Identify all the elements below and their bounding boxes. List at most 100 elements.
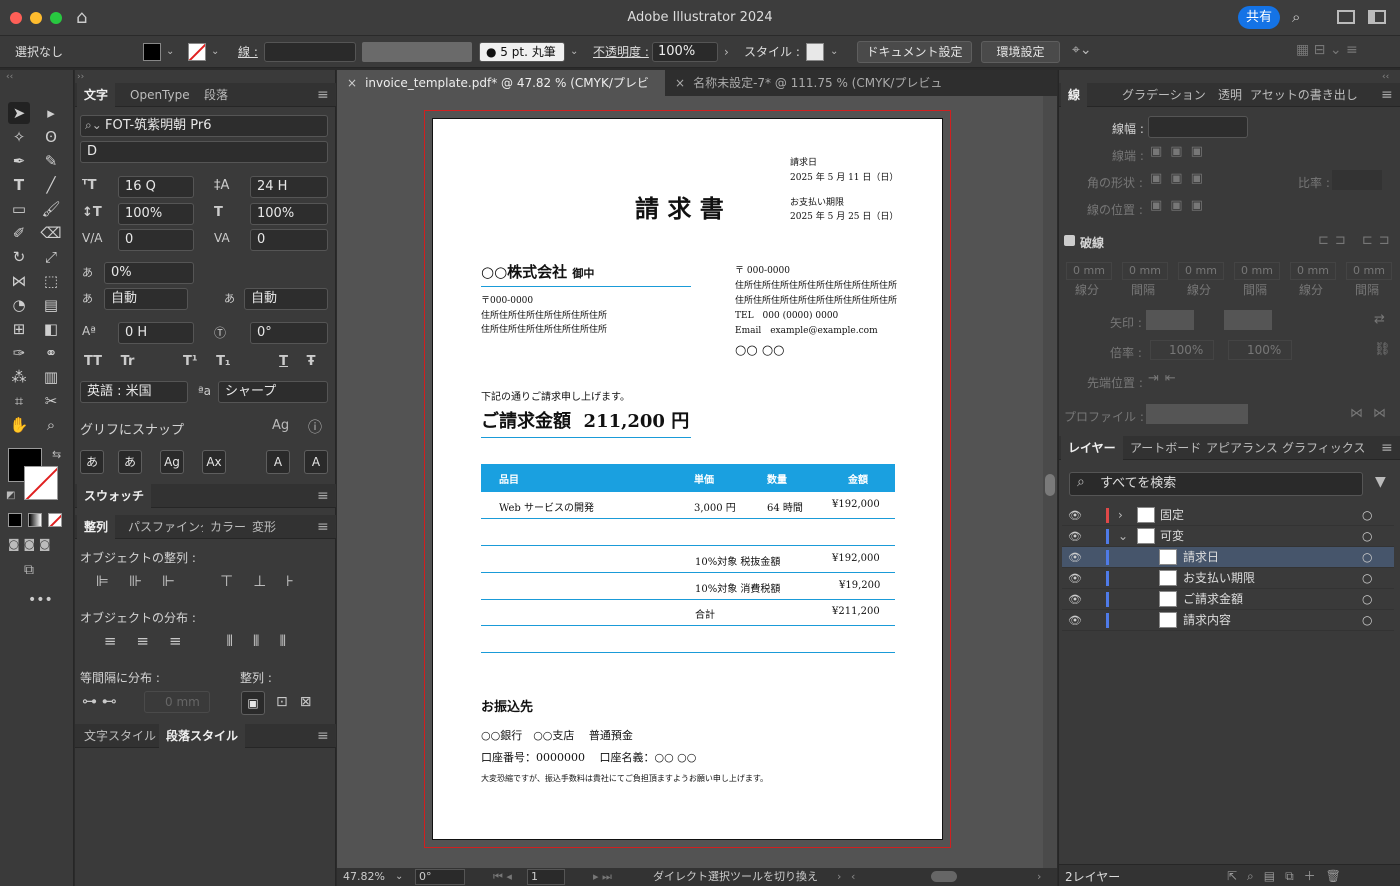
document-setup-button[interactable]: ドキュメント設定	[857, 41, 972, 63]
zoom-tool-icon[interactable]: ⌕	[40, 414, 62, 436]
chevron-down-icon[interactable]: ⌄	[830, 46, 838, 57]
close-icon[interactable]: ×	[675, 76, 685, 90]
character-rotation-field[interactable]: 0°	[250, 322, 328, 344]
snap-proximity-icon[interactable]: Ax	[202, 450, 226, 474]
gradient-mode-icon[interactable]	[28, 513, 42, 527]
tab-transform[interactable]: 変形	[245, 515, 283, 539]
stroke-width-field[interactable]	[1148, 116, 1248, 138]
gap-field[interactable]: 0 mm	[1346, 262, 1392, 280]
snap-baseline-icon[interactable]: あ	[80, 450, 104, 474]
fill-swatch[interactable]	[143, 43, 161, 61]
glyph-icon[interactable]: Ag	[272, 418, 289, 433]
align-objects-icons[interactable]: ⊫⊪⊩ ⊤⊥⊦	[80, 572, 330, 590]
direct-selection-tool-icon[interactable]: ▸	[40, 102, 62, 124]
symbol-sprayer-icon[interactable]: ⁂	[8, 366, 30, 388]
slice-tool-icon[interactable]: ✂	[40, 390, 62, 412]
panel-menu-icon[interactable]: ≡	[317, 488, 329, 504]
rotate-tool-icon[interactable]: ↻	[8, 246, 30, 268]
align-stroke-icons[interactable]: ▣▣▣	[1150, 198, 1211, 213]
page-field[interactable]: 1	[527, 869, 565, 885]
end-scale-field[interactable]: 100%	[1228, 340, 1292, 360]
none-mode-icon[interactable]	[48, 513, 62, 527]
visibility-eye-icon[interactable]: 👁	[1068, 589, 1082, 610]
selection-tool-icon[interactable]: ➤	[8, 102, 30, 124]
rotation-field[interactable]: 0°	[415, 869, 465, 885]
perspective-grid-icon[interactable]: ▤	[40, 294, 62, 316]
align-to-options-icons[interactable]: ⊡⊠	[276, 694, 323, 710]
tab-graphics[interactable]: グラフィックス	[1275, 436, 1372, 460]
visibility-eye-icon[interactable]: 👁	[1068, 610, 1082, 631]
artboard[interactable]: 請求日 2025 年 5 月 11 日（日） お支払い期限 2025 年 5 月…	[432, 118, 943, 840]
variable-width-profile[interactable]	[362, 42, 472, 62]
flip-profile-icons[interactable]: ⋈⋈	[1350, 406, 1396, 421]
layer-row[interactable]: 👁 お支払い期限 ○	[1062, 568, 1394, 589]
layer-name[interactable]: お支払い期限	[1183, 568, 1255, 589]
vertical-scale-field[interactable]: 100%	[118, 203, 194, 225]
share-button[interactable]: 共有	[1238, 6, 1280, 29]
chevron-down-icon[interactable]: ⌄	[166, 46, 174, 57]
puppet-warp-icon[interactable]: ⌖⌄	[1072, 42, 1092, 58]
kerning-field[interactable]: 0	[118, 229, 194, 251]
tab-asset-export[interactable]: アセットの書き出し	[1243, 83, 1365, 107]
chevron-down-icon[interactable]: ⌄	[211, 46, 219, 57]
target-icon[interactable]: ○	[1362, 505, 1372, 526]
collapse-icon[interactable]: ››	[77, 72, 84, 82]
tab-paragraph[interactable]: 段落	[197, 83, 235, 107]
tab-gradient[interactable]: グラデーション	[1115, 83, 1213, 107]
panel-menu-icon[interactable]: ≡	[1381, 87, 1393, 103]
panel-menu-icon[interactable]: ≡	[317, 519, 329, 535]
snap-anchor-icon[interactable]: A	[304, 450, 328, 474]
dash-field[interactable]: 0 mm	[1178, 262, 1224, 280]
first-page-icon[interactable]: ⏮ ◂	[493, 868, 512, 886]
swap-colors-icon[interactable]: ⇆	[52, 448, 61, 461]
leading-field[interactable]: 24 H	[250, 176, 328, 198]
tab-character-styles[interactable]: 文字スタイル	[77, 724, 163, 748]
layer-name[interactable]: 固定	[1160, 505, 1184, 526]
tab-layers[interactable]: レイヤー	[1061, 436, 1123, 460]
chevron-right-icon[interactable]: ›	[837, 868, 841, 886]
gap-field[interactable]: 0 mm	[1122, 262, 1168, 280]
layer-name[interactable]: ご請求金額	[1183, 589, 1243, 610]
artboard-tool-icon[interactable]: ⌗	[8, 390, 30, 412]
snap-angular-icon[interactable]: A	[266, 450, 290, 474]
chevron-right-icon[interactable]: ›	[724, 45, 729, 59]
swap-arrow-icon[interactable]: ⇄	[1374, 312, 1385, 327]
filter-icon[interactable]: ▼	[1375, 474, 1386, 490]
layer-row[interactable]: 👁 › 固定 ○	[1062, 505, 1394, 526]
paintbrush-icon[interactable]: 🖌	[40, 198, 62, 220]
dashed-checkbox[interactable]	[1064, 235, 1075, 246]
align-to-selection-icon[interactable]: ▣	[241, 691, 265, 715]
tab-stroke[interactable]: 線	[1061, 83, 1088, 107]
search-icon[interactable]: ⌕	[1292, 8, 1300, 26]
default-colors-icon[interactable]: ◩	[6, 490, 15, 501]
graph-tool-icon[interactable]: ▥	[40, 366, 62, 388]
tab-artboards[interactable]: アートボード	[1123, 436, 1208, 460]
free-transform-icon[interactable]: ⬚	[40, 270, 62, 292]
lasso-icon[interactable]: ʘ	[40, 126, 62, 148]
preferences-button[interactable]: 環境設定	[981, 41, 1060, 63]
dash-align-icons[interactable]: ⊏⊐ ⊏⊐	[1318, 233, 1396, 248]
font-family-field[interactable]: FOT-筑紫明朝 Pr6	[80, 115, 328, 137]
collapse-icon[interactable]: ‹‹	[6, 72, 13, 82]
tab-character[interactable]: 文字	[77, 83, 116, 107]
start-scale-field[interactable]: 100%	[1150, 340, 1214, 360]
tab-opentype[interactable]: OpenType	[123, 83, 197, 107]
layer-row-selected[interactable]: 👁 請求日 ○	[1062, 547, 1394, 568]
blend-tool-icon[interactable]: ⚭	[40, 342, 62, 364]
collapse-icon[interactable]: ‹‹	[1382, 72, 1389, 82]
tracking-field[interactable]: 0	[250, 229, 328, 251]
chevron-down-icon[interactable]: ⌄	[1118, 526, 1128, 547]
layer-row[interactable]: 👁 ご請求金額 ○	[1062, 589, 1394, 610]
arrow-align-icons[interactable]: ⇥⇤	[1148, 371, 1182, 386]
visibility-eye-icon[interactable]: 👁	[1068, 526, 1082, 547]
distribute-objects-icons[interactable]: ≡≡≡ ⦀⦀⦀	[80, 632, 330, 650]
font-style-field[interactable]: D	[80, 141, 328, 163]
text-decoration-buttons[interactable]: TT Tr T¹ T₁ T Ŧ	[84, 354, 328, 369]
curvature-tool-icon[interactable]: ✎	[40, 150, 62, 172]
panel-layout-icon[interactable]	[1368, 10, 1386, 24]
target-icon[interactable]: ○	[1362, 568, 1372, 589]
aki-before-field[interactable]: 自動	[104, 288, 188, 310]
dash-field[interactable]: 0 mm	[1066, 262, 1112, 280]
target-icon[interactable]: ○	[1362, 526, 1372, 547]
hand-tool-icon[interactable]: ✋	[8, 414, 30, 436]
